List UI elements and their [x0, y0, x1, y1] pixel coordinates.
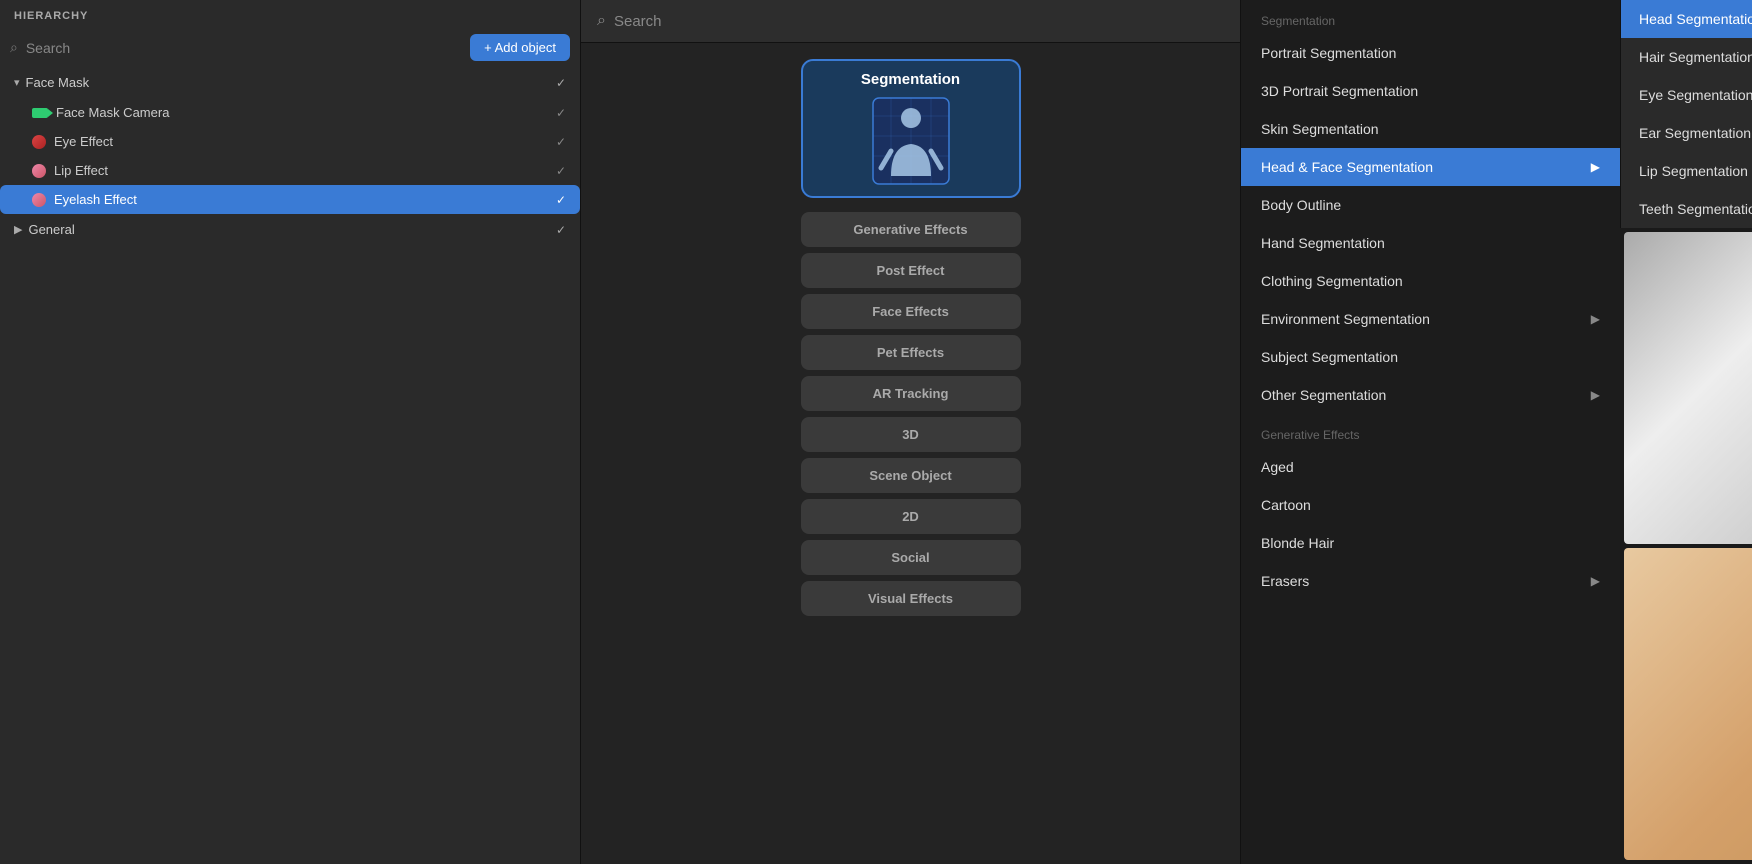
environment-seg-label: Environment Segmentation — [1261, 311, 1430, 327]
category-btn-ar-tracking[interactable]: AR Tracking — [801, 376, 1021, 411]
seg-item-subject[interactable]: Subject Segmentation — [1241, 338, 1620, 376]
camera-check: ✓ — [556, 106, 566, 120]
blonde-hair-label: Blonde Hair — [1261, 535, 1334, 551]
hierarchy-items: ▾ Face Mask ✓ Face Mask Camera ✓ Eye Eff… — [0, 67, 580, 864]
seg-item-environment[interactable]: Environment Segmentation ▶ — [1241, 300, 1620, 338]
head-face-chevron-icon: ▶ — [1591, 160, 1600, 174]
body-outline-label: Body Outline — [1261, 197, 1341, 213]
general-check: ✓ — [556, 223, 566, 237]
hierarchy-child-eye[interactable]: Eye Effect ✓ — [0, 127, 580, 156]
camera-icon — [32, 108, 48, 118]
erasers-chevron-icon: ▶ — [1591, 574, 1600, 588]
category-btn-scene-object[interactable]: Scene Object — [801, 458, 1021, 493]
seg-section-generative-label: Generative Effects — [1241, 414, 1620, 448]
category-btn-2d[interactable]: 2D — [801, 499, 1021, 534]
seg-item-body-outline[interactable]: Body Outline — [1241, 186, 1620, 224]
segmentation-card[interactable]: Segmentation — [801, 59, 1021, 198]
hierarchy-title: HIERARCHY — [0, 0, 580, 28]
seg-item-erasers[interactable]: Erasers ▶ — [1241, 562, 1620, 600]
eyelash-check: ✓ — [556, 193, 566, 207]
face-mask-camera-label: Face Mask Camera — [56, 105, 169, 120]
preview-image-top: ✋ — [1624, 232, 1752, 544]
hierarchy-child-lip[interactable]: Lip Effect ✓ — [0, 156, 580, 185]
category-btn-3d[interactable]: 3D — [801, 417, 1021, 452]
3d-portrait-seg-label: 3D Portrait Segmentation — [1261, 83, 1418, 99]
lip-check: ✓ — [556, 164, 566, 178]
hierarchy-child-eyelash[interactable]: Eyelash Effect ✓ — [0, 185, 580, 214]
general-expand-arrow-icon: ▶ — [14, 223, 22, 236]
seg-item-aged[interactable]: Aged — [1241, 448, 1620, 486]
seg-item-portrait[interactable]: Portrait Segmentation — [1241, 34, 1620, 72]
category-btn-visual-effects[interactable]: Visual Effects — [801, 581, 1021, 616]
sub-item-ear[interactable]: Ear Segmentation — [1621, 114, 1752, 152]
hierarchy-child-camera[interactable]: Face Mask Camera ✓ — [0, 98, 580, 127]
category-btn-pet-effects[interactable]: Pet Effects — [801, 335, 1021, 370]
sub-item-teeth[interactable]: Teeth Segmentation — [1621, 190, 1752, 228]
center-panel: ⌕ Search Segmentation Gener — [580, 0, 1240, 864]
lip-effect-label: Lip Effect — [54, 163, 108, 178]
sub-item-lip[interactable]: Lip Segmentation — [1621, 152, 1752, 190]
hierarchy-item-face-mask[interactable]: ▾ Face Mask ✓ — [0, 67, 580, 98]
seg-item-other[interactable]: Other Segmentation ▶ — [1241, 376, 1620, 414]
seg-item-head-face[interactable]: Head & Face Segmentation ▶ — [1241, 148, 1620, 186]
sub-item-eye[interactable]: Eye Segmentation — [1621, 76, 1752, 114]
add-object-button[interactable]: + Add object — [470, 34, 570, 61]
sub-item-head[interactable]: Head Segmentation — [1621, 0, 1752, 38]
category-btn-social[interactable]: Social — [801, 540, 1021, 575]
preview-image-bottom: i — [1624, 548, 1752, 860]
category-btn-generative-effects[interactable]: Generative Effects — [801, 212, 1021, 247]
segmentation-menu: Segmentation Portrait Segmentation 3D Po… — [1240, 0, 1620, 864]
center-search-icon: ⌕ — [597, 12, 606, 30]
other-chevron-icon: ▶ — [1591, 388, 1600, 402]
face-mask-label: Face Mask — [26, 75, 90, 90]
hierarchy-search-icon: ⌕ — [10, 39, 18, 56]
sub-item-hair[interactable]: Hair Segmentation — [1621, 38, 1752, 76]
segmentation-card-title: Segmentation — [861, 71, 960, 88]
face-mask-check: ✓ — [556, 76, 566, 90]
center-search-label[interactable]: Search — [614, 13, 662, 30]
object-list: Segmentation Generative Effects Post Eff… — [581, 43, 1240, 864]
eye-effect-label: Eye Effect — [54, 134, 113, 149]
hierarchy-item-general[interactable]: ▶ General ✓ — [0, 214, 580, 245]
environment-chevron-icon: ▶ — [1591, 312, 1600, 326]
right-panels: Segmentation Portrait Segmentation 3D Po… — [1240, 0, 1752, 864]
preview-area: ✋ i — [1620, 228, 1752, 864]
hierarchy-search-label[interactable]: Search — [26, 40, 462, 56]
seg-section-segmentation-label: Segmentation — [1241, 0, 1620, 34]
eye-icon — [32, 135, 46, 149]
cartoon-label: Cartoon — [1261, 497, 1311, 513]
category-btn-face-effects[interactable]: Face Effects — [801, 294, 1021, 329]
other-seg-label: Other Segmentation — [1261, 387, 1386, 403]
portrait-seg-label: Portrait Segmentation — [1261, 45, 1396, 61]
lip-icon — [32, 164, 46, 178]
seg-item-cartoon[interactable]: Cartoon — [1241, 486, 1620, 524]
sub-and-preview: Head Segmentation Hair Segmentation Eye … — [1620, 0, 1752, 864]
erasers-label: Erasers — [1261, 573, 1309, 589]
skin-seg-label: Skin Segmentation — [1261, 121, 1379, 137]
head-face-seg-label: Head & Face Segmentation — [1261, 159, 1433, 175]
hierarchy-panel: HIERARCHY ⌕ Search + Add object ▾ Face M… — [0, 0, 580, 864]
hand-seg-label: Hand Segmentation — [1261, 235, 1385, 251]
category-btn-post-effect[interactable]: Post Effect — [801, 253, 1021, 288]
seg-item-clothing[interactable]: Clothing Segmentation — [1241, 262, 1620, 300]
eyelash-effect-label: Eyelash Effect — [54, 192, 137, 207]
subject-seg-label: Subject Segmentation — [1261, 349, 1398, 365]
expand-arrow-icon: ▾ — [14, 76, 20, 89]
seg-item-skin[interactable]: Skin Segmentation — [1241, 110, 1620, 148]
segmentation-svg-icon — [871, 96, 951, 186]
hierarchy-search-bar: ⌕ Search + Add object — [0, 28, 580, 67]
eye-check: ✓ — [556, 135, 566, 149]
eyelash-icon — [32, 193, 46, 207]
seg-item-3d-portrait[interactable]: 3D Portrait Segmentation — [1241, 72, 1620, 110]
seg-item-hand[interactable]: Hand Segmentation — [1241, 224, 1620, 262]
clothing-seg-label: Clothing Segmentation — [1261, 273, 1403, 289]
center-search-bar: ⌕ Search — [581, 0, 1240, 43]
aged-label: Aged — [1261, 459, 1294, 475]
seg-item-blonde-hair[interactable]: Blonde Hair — [1241, 524, 1620, 562]
sub-menu: Head Segmentation Hair Segmentation Eye … — [1620, 0, 1752, 228]
general-label: General — [28, 222, 74, 237]
